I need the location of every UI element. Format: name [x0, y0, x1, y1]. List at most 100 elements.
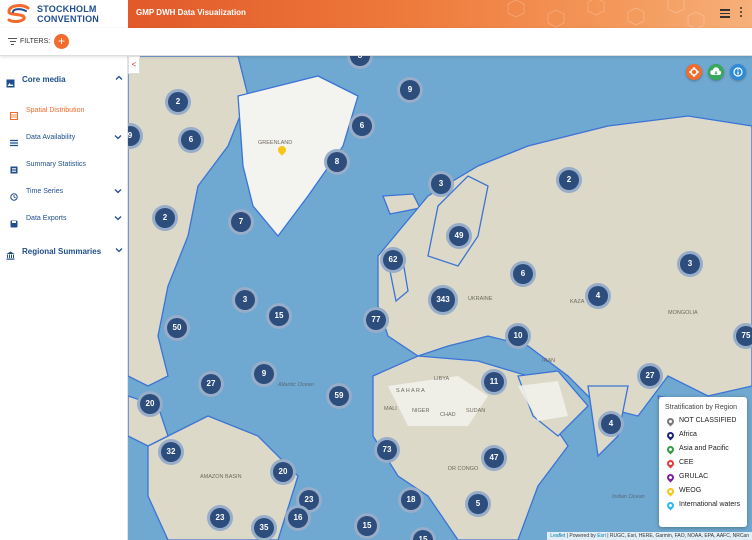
marker-cluster[interactable]: 15 [266, 303, 292, 329]
powered-by-text: | Powered by [565, 533, 598, 539]
label-amazon-basin: AMAZON BASIN [200, 474, 242, 480]
legend-label: CEE [679, 459, 694, 466]
legend-entry: WEOG [665, 486, 741, 501]
marker-cluster[interactable]: 59 [326, 383, 352, 409]
legend-entry: Africa [665, 430, 741, 445]
sidebar-item-data-exports[interactable]: Data Exports [0, 210, 128, 228]
sidebar-item-summary-statistics[interactable]: Summary Statistics [0, 156, 128, 174]
marker-cluster[interactable]: 47 [481, 445, 507, 471]
collapse-sidebar-button[interactable]: < [128, 56, 140, 74]
marker-cluster[interactable]: 2 [556, 167, 582, 193]
sidebar-item-time-series[interactable]: Time Series [0, 183, 128, 201]
gear-icon [689, 67, 699, 77]
logo-line-2: CONVENTION [37, 14, 100, 24]
legend-entry: Asia and Pacific [665, 444, 741, 459]
more-vertical-icon[interactable] [738, 7, 744, 19]
marker-cluster[interactable]: 7 [228, 209, 254, 235]
marker-cluster[interactable]: 343 [428, 285, 458, 315]
info-icon [733, 67, 743, 77]
legend-entry: International waters [665, 500, 741, 515]
label-indian-ocean: Indian Ocean [612, 494, 645, 500]
marker-cluster[interactable]: 8 [324, 149, 350, 175]
marker-cluster[interactable]: 3 [428, 171, 454, 197]
filter-bar: FILTERS: + [0, 28, 752, 56]
label-sahara: S A H A R A [396, 388, 425, 394]
map-icon [10, 107, 18, 120]
map-pin-icon [665, 472, 676, 483]
label-dr-congo: DR CONGO [448, 466, 479, 472]
legend-label: Africa [679, 431, 697, 438]
marker-cluster[interactable]: 20 [137, 391, 163, 417]
marker-cluster[interactable]: 6 [178, 127, 204, 153]
marker-cluster[interactable]: 18 [398, 487, 424, 513]
table-icon [10, 161, 18, 174]
section-core-media[interactable]: Core media [0, 70, 128, 90]
info-button[interactable] [730, 64, 746, 80]
logo-text: STOCKHOLM CONVENTION [37, 4, 99, 24]
label-chad: CHAD [440, 412, 456, 418]
section-regional-summaries[interactable]: Regional Summaries [0, 242, 128, 262]
logo-line-1: STOCKHOLM [37, 4, 97, 14]
leaflet-link[interactable]: Leaflet [550, 533, 565, 539]
attribution-sources: | RUGC, Esri, HERE, Garmin, FAO, NOAA, E… [605, 533, 749, 539]
sidebar-item-label: Spatial Distribution [26, 107, 85, 114]
marker-cluster[interactable]: 11 [481, 369, 507, 395]
marker-cluster[interactable]: 32 [158, 439, 184, 465]
marker-cluster[interactable]: 9 [397, 77, 423, 103]
marker-cluster[interactable]: 27 [637, 363, 663, 389]
legend-entry: GRULAC [665, 472, 741, 487]
marker-cluster[interactable]: 4 [585, 283, 611, 309]
marker-cluster[interactable]: 49 [446, 223, 472, 249]
cloud-download-button[interactable] [708, 64, 724, 80]
marker-cluster[interactable]: 6 [349, 113, 375, 139]
chevron-down-icon [114, 187, 122, 197]
settings-button[interactable] [686, 64, 702, 80]
marker-cluster[interactable]: 75 [733, 323, 752, 349]
map-pin-icon [665, 430, 676, 441]
marker-cluster[interactable]: 15 [354, 513, 380, 539]
marker-cluster[interactable]: 2 [165, 89, 191, 115]
marker-cluster[interactable]: 3 [677, 251, 703, 277]
cloud-download-icon [710, 67, 722, 75]
marker-cluster[interactable]: 35 [251, 515, 277, 540]
legend-label: GRULAC [679, 473, 709, 480]
marker-cluster[interactable]: 73 [374, 437, 400, 463]
marker-cluster[interactable]: 5 [465, 491, 491, 517]
marker-cluster[interactable]: 10 [505, 323, 531, 349]
sidebar-item-spatial-distribution[interactable]: Spatial Distribution [0, 102, 128, 120]
chevron-down-icon [114, 214, 122, 224]
marker-cluster[interactable]: 16 [285, 505, 311, 531]
label-mongolia: MONGOLIA [668, 310, 698, 316]
legend-label: Asia and Pacific [679, 445, 729, 452]
sidebar-item-data-availability[interactable]: Data Availability [0, 129, 128, 147]
history-icon [10, 188, 18, 201]
app-title: GMP DWH Data Visualization [136, 8, 246, 17]
marker-cluster[interactable]: 6 [510, 261, 536, 287]
region-legend: Stratification by Region NOT CLASSIFIED A… [659, 397, 747, 527]
list-icon [10, 134, 18, 147]
sidebar-item-label: Summary Statistics [26, 161, 86, 168]
marker-cluster[interactable]: 4 [598, 411, 624, 437]
legend-title: Stratification by Region [665, 404, 737, 411]
marker-cluster[interactable]: 3 [232, 287, 258, 313]
header-banner: GMP DWH Data Visualization [128, 0, 752, 28]
marker-cluster[interactable]: 20 [270, 459, 296, 485]
add-filter-button[interactable]: + [54, 34, 69, 49]
marker-cluster[interactable]: 50 [164, 315, 190, 341]
map-attribution: Leaflet | Powered by Esri | RUGC, Esri, … [547, 532, 752, 540]
esri-link[interactable]: Esri [597, 533, 606, 539]
label-atlantic-ocean: Atlantic Ocean [278, 382, 314, 388]
sidebar-item-label: Data Availability [26, 134, 76, 141]
marker-cluster[interactable]: 2 [152, 205, 178, 231]
label-libya: LIBYA [434, 376, 450, 382]
marker-cluster[interactable]: 9 [251, 361, 277, 387]
legend-label: WEOG [679, 487, 702, 494]
label-mali: MALI [384, 406, 397, 412]
section-label: Core media [22, 75, 66, 84]
marker-cluster[interactable]: 77 [363, 307, 389, 333]
marker-cluster[interactable]: 23 [207, 505, 233, 531]
stockholm-convention-logo[interactable]: STOCKHOLM CONVENTION [0, 0, 128, 28]
marker-cluster[interactable]: 62 [380, 247, 406, 273]
hamburger-menu-icon[interactable] [720, 9, 730, 18]
marker-cluster[interactable]: 27 [198, 371, 224, 397]
